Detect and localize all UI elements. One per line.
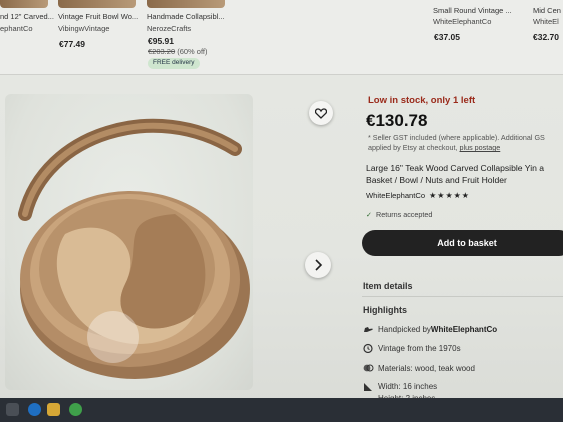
recommendation-shop: ephantCo [0,24,33,33]
product-image[interactable] [5,94,253,390]
product-thumbnail[interactable] [0,0,48,8]
listing-title-line: Large 16" Teak Wood Carved Collapsible Y… [366,163,545,173]
recommendation-title[interactable]: Mid Cen [533,6,561,16]
product-thumbnail[interactable] [58,0,136,8]
recommendation-card[interactable]: Vintage Fruit Bowl Wo... VibingwVintage … [58,0,138,72]
taskbar [0,398,563,422]
checkmark-icon: ✓ [366,210,373,219]
recommendation-price: €95.91 [148,36,174,46]
recommendation-price: €37.05 [434,32,460,42]
chrome-icon[interactable] [69,403,82,416]
highlight-vintage: Vintage from the 1970s [362,342,461,354]
highlights-heading: Highlights [363,305,407,315]
recommendation-shop: NerozeCrafts [147,24,192,33]
shop-name-link[interactable]: WhiteElephantCo [366,191,425,200]
recommendation-card[interactable]: Mid Cen WhiteEl €32.70 [533,0,563,72]
recommendation-card[interactable]: Small Round Vintage ... WhiteElephantCo … [433,0,523,72]
highlight-shop-link[interactable]: WhiteElephantCo [431,325,497,334]
discount-label: (60% off) [177,47,208,56]
highlight-handpicked: Handpicked by WhiteElephantCo [362,323,497,335]
stock-status: Low in stock, only 1 left [368,95,476,106]
recommendation-price: €77.49 [59,39,85,49]
add-to-basket-button[interactable]: Add to basket [362,230,563,256]
highlight-text: Handpicked by [378,324,431,334]
item-details-heading[interactable]: Item details [363,281,413,291]
free-delivery-badge: FREE delivery [148,58,200,69]
browser-viewport: nd 12" Carved... ephantCo Vintage Fruit … [0,0,563,422]
strikethrough-price: €203.20 [148,47,176,56]
recommendation-shop: VibingwVintage [58,24,110,33]
star-rating[interactable]: ★★★★★ [429,191,470,200]
highlight-text: Materials: wood, teak wood [378,363,475,373]
edge-icon[interactable] [28,403,41,416]
recommendation-price: €32.70 [533,32,559,42]
product-thumbnail[interactable] [147,0,225,8]
returns-policy: ✓ Returns accepted [366,210,432,219]
clock-icon [362,342,374,354]
recommendation-title[interactable]: nd 12" Carved... [0,12,54,22]
highlight-materials: Materials: wood, teak wood [362,362,475,374]
recommendation-title[interactable]: Small Round Vintage ... [433,6,512,16]
tax-note-line: applied by Etsy at checkout, plus postag… [368,143,563,153]
recommendations-strip: nd 12" Carved... ephantCo Vintage Fruit … [0,0,563,75]
recommendation-card[interactable]: nd 12" Carved... ephantCo [0,0,54,72]
next-image-button[interactable] [305,252,331,278]
hand-icon [362,323,374,335]
postage-link[interactable]: plus postage [460,143,501,152]
recommendation-title[interactable]: Handmade Collapsibl... [147,12,225,22]
favorite-button[interactable] [309,101,333,125]
heart-icon [315,107,327,119]
returns-label: Returns accepted [376,210,433,219]
materials-icon [362,362,374,374]
ruler-icon [362,381,374,393]
listing-title-line: Basket / Bowl / Nuts and Fruit Holder [366,175,507,186]
recommendation-card[interactable]: Handmade Collapsibl... NerozeCrafts €95.… [147,0,227,72]
listing-title: Large 16" Teak Wood Carved Collapsible Y… [366,162,544,187]
recommendation-old-price: €203.20 (60% off) [148,47,208,57]
divider [362,296,563,297]
tax-note-line: * Seller GST included (where applicable)… [368,133,545,142]
file-explorer-icon[interactable] [47,403,60,416]
recommendation-title[interactable]: Vintage Fruit Bowl Wo... [58,12,138,22]
listing-price: €130.78 [366,111,428,130]
recommendation-shop: WhiteEl [533,17,559,26]
start-icon[interactable] [6,403,19,416]
carved-basket-illustration [18,118,250,379]
chevron-right-icon [315,259,323,271]
highlight-text: Vintage from the 1970s [378,343,461,353]
tax-note: * Seller GST included (where applicable)… [368,133,563,154]
shop-info: WhiteElephantCo ★★★★★ [366,191,470,200]
tax-note-text: applied by Etsy at checkout, [368,143,460,153]
width-text: Width: 16 inches [378,382,438,391]
recommendation-shop: WhiteElephantCo [433,17,492,26]
